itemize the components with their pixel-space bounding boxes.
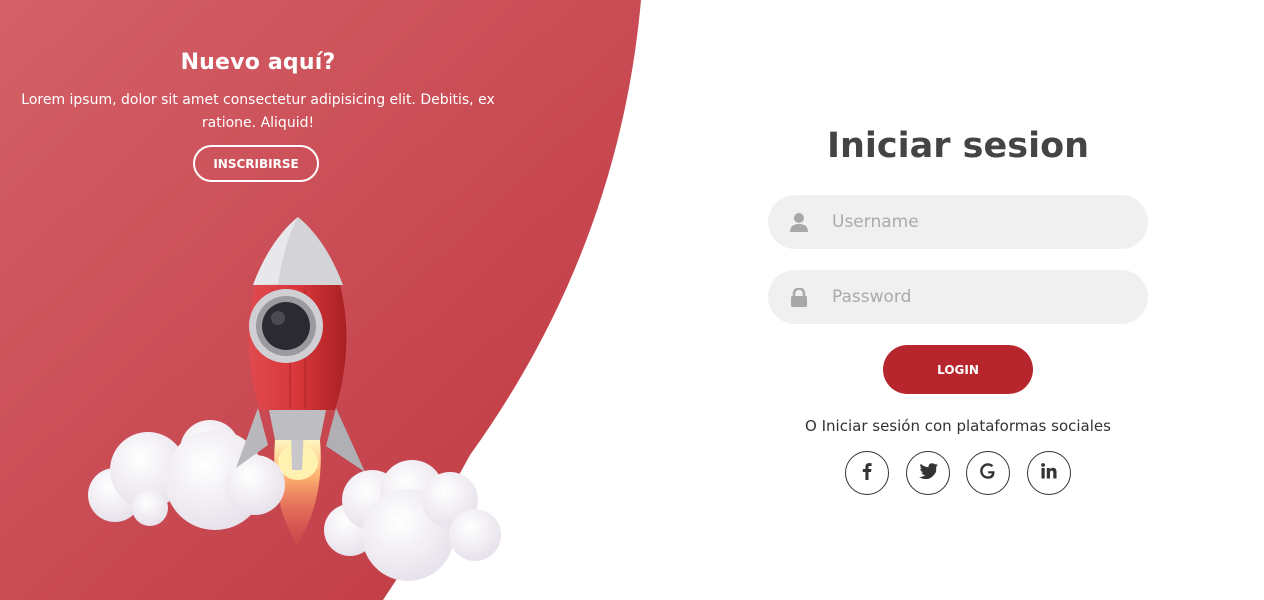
password-field[interactable] xyxy=(768,270,1148,324)
signup-button[interactable]: INSCRIBIRSE xyxy=(193,145,319,182)
linkedin-icon xyxy=(1041,463,1057,483)
left-panel-text: Lorem ipsum, dolor sit amet consectetur … xyxy=(21,92,495,131)
left-panel-title: Nuevo aquí? xyxy=(180,50,336,75)
login-title: Iniciar sesion xyxy=(826,126,1090,166)
google-button[interactable] xyxy=(966,451,1010,495)
rocket-illustration xyxy=(88,217,501,581)
username-field[interactable] xyxy=(768,195,1148,249)
facebook-button[interactable] xyxy=(845,451,889,495)
twitter-icon xyxy=(918,463,938,483)
user-icon xyxy=(768,212,830,232)
linkedin-button[interactable] xyxy=(1027,451,1071,495)
facebook-icon xyxy=(862,462,872,484)
google-icon xyxy=(979,462,997,484)
username-input[interactable] xyxy=(830,211,1124,233)
lock-icon xyxy=(768,287,830,307)
password-input[interactable] xyxy=(830,286,1124,308)
twitter-button[interactable] xyxy=(906,451,950,495)
social-login-text: O Iniciar sesión con plataformas sociale… xyxy=(805,417,1111,435)
login-button[interactable]: LOGIN xyxy=(883,345,1033,394)
